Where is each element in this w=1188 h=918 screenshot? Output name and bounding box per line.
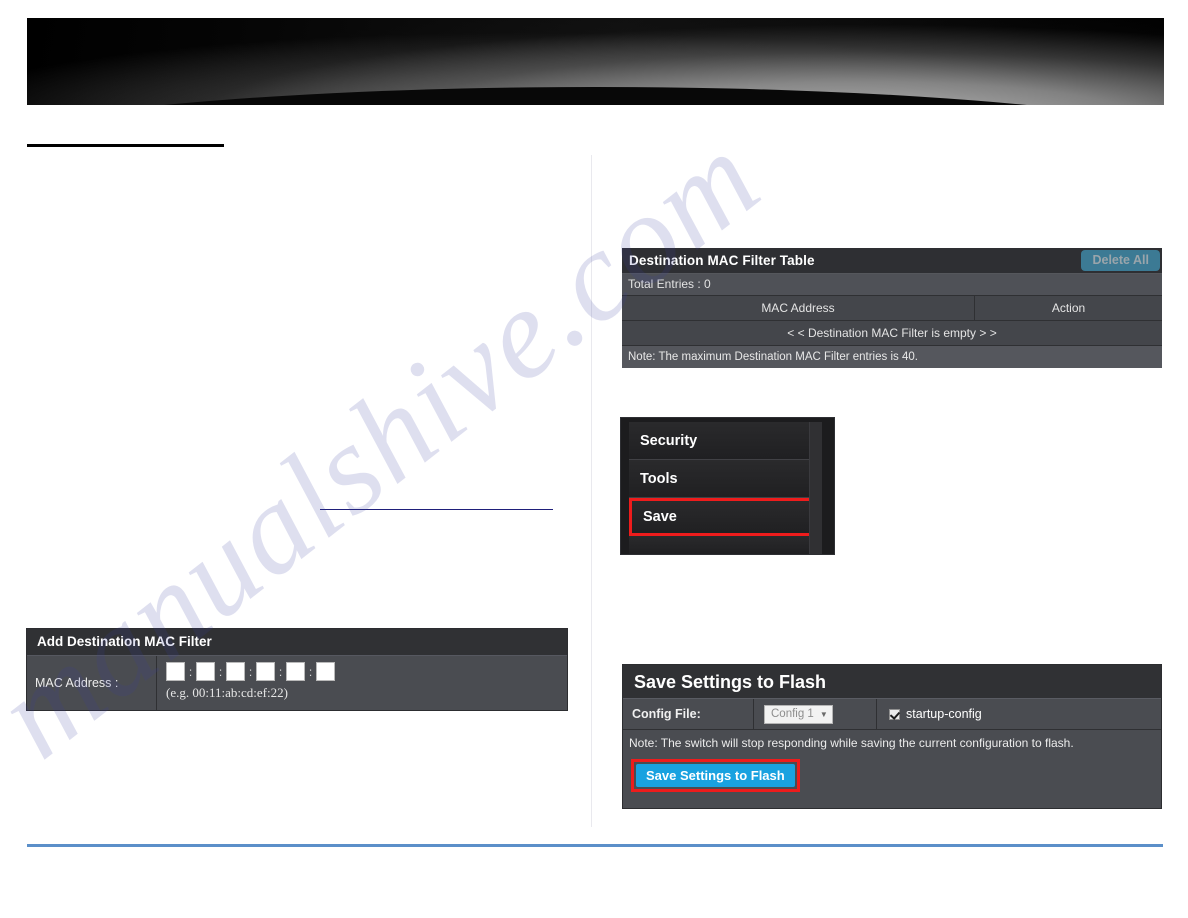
mac-octet-input-2[interactable] [196,662,215,681]
add-mac-filter-body: MAC Address : : : : : : (e.g. 00:11:ab:c… [27,656,567,710]
mac-octet-separator: : [248,664,253,679]
mac-octet-separator: : [278,664,283,679]
add-destination-mac-filter-panel: Add Destination MAC Filter MAC Address :… [26,628,568,711]
mac-octet-input-5[interactable] [286,662,305,681]
side-menu-inner: Security Tools Save [629,422,822,554]
column-header-action: Action [1051,301,1086,315]
chevron-down-icon: ▼ [819,709,828,719]
menu-scrollbar[interactable] [809,422,822,554]
column-header-mac-address: MAC Address [622,296,975,320]
banner-swoosh-shape [27,87,1164,105]
save-button-highlight: Save Settings to Flash [631,759,800,792]
header-banner-image [27,18,1164,105]
save-flash-note: Note: The switch will stop responding wh… [629,736,1074,750]
column-divider [591,155,592,827]
table-empty-message: < < Destination MAC Filter is empty > > [622,321,1162,346]
table-header: Destination MAC Filter Table Delete All [622,248,1162,274]
startup-config-checkbox[interactable] [889,708,900,720]
sidebar-item-security[interactable]: Security [629,422,822,460]
mac-address-field-group: : : : : : (e.g. 00:11:ab:cd:ef:22) [157,656,567,710]
table-column-header-row: MAC Address Action [622,296,1162,321]
startup-config-cell: startup-config [877,699,1161,729]
save-flash-title: Save Settings to Flash [623,665,1161,699]
footer-rule [27,844,1163,847]
config-file-select[interactable]: Config 1 ▼ [764,704,833,724]
mac-address-hint: (e.g. 00:11:ab:cd:ef:22) [166,685,288,700]
config-file-select-cell: Config 1 ▼ [754,699,877,729]
delete-all-button[interactable]: Delete All [1081,250,1160,271]
add-mac-filter-title: Add Destination MAC Filter [27,629,567,656]
mac-octet-separator: : [308,664,313,679]
save-settings-to-flash-panel: Save Settings to Flash Config File: Conf… [622,664,1162,809]
mac-octet-separator: : [188,664,193,679]
sidebar-item-blank [629,536,822,554]
navy-rule-middle [320,509,553,510]
mac-octet-separator: : [218,664,223,679]
table-title: Destination MAC Filter Table [629,253,815,268]
save-settings-to-flash-button[interactable]: Save Settings to Flash [636,764,795,787]
config-file-selected-value: Config 1 [771,708,814,720]
mac-octet-input-4[interactable] [256,662,275,681]
sidebar-item-save[interactable]: Save [629,498,822,536]
mac-octet-input-6[interactable] [316,662,335,681]
destination-mac-filter-table-panel: Destination MAC Filter Table Delete All … [622,248,1162,368]
startup-config-label: startup-config [906,707,982,721]
mac-address-label: MAC Address : [27,656,157,710]
mac-octet-input-1[interactable] [166,662,185,681]
config-file-label: Config File: [623,699,754,729]
total-entries-label: Total Entries : 0 [622,274,1162,296]
mac-octet-input-3[interactable] [226,662,245,681]
heading-rule-top-left [27,144,224,147]
side-navigation-menu: Security Tools Save [620,417,835,555]
sidebar-item-tools[interactable]: Tools [629,460,822,498]
config-file-row: Config File: Config 1 ▼ startup-config [623,699,1161,730]
table-note: Note: The maximum Destination MAC Filter… [622,346,1162,368]
mac-octet-inputs: : : : : : [166,661,567,682]
